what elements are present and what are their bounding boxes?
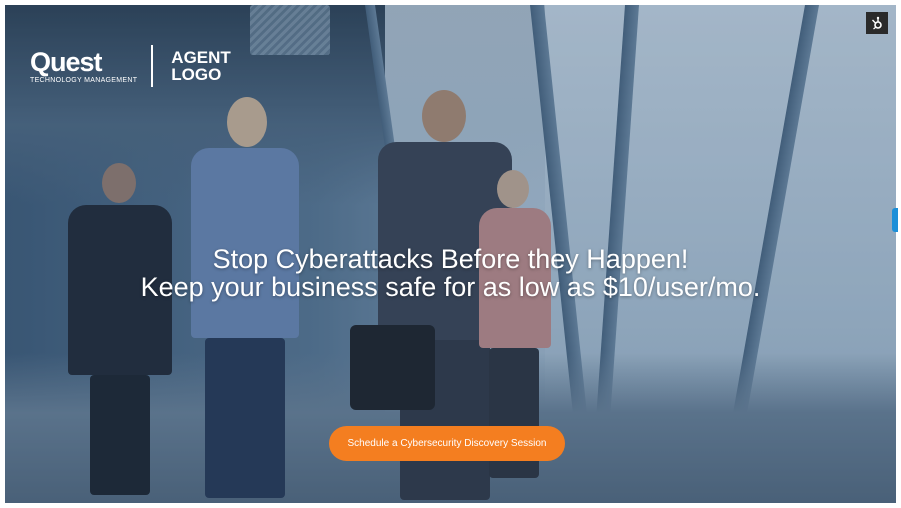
headline-line1: Stop Cyberattacks Before they Happen! [212, 244, 689, 274]
site-logo[interactable]: Quest TECHNOLOGY MANAGEMENT AGENT LOGO [30, 45, 231, 87]
hubspot-sprocket-icon[interactable] [866, 12, 888, 34]
chat-tab-icon[interactable] [892, 208, 898, 232]
logo-divider [151, 45, 154, 87]
headline-line2: Keep your business safe for as low as $1… [140, 272, 761, 302]
agent-logo: AGENT LOGO [171, 49, 231, 83]
hero-banner: Quest TECHNOLOGY MANAGEMENT AGENT LOGO S… [5, 5, 896, 503]
agent-logo-line2: LOGO [171, 65, 222, 84]
schedule-session-button[interactable]: Schedule a Cybersecurity Discovery Sessi… [329, 426, 565, 461]
brand-name: Quest [30, 46, 103, 77]
agent-logo-line1: AGENT [171, 48, 231, 67]
hero-headline: Stop Cyberattacks Before they Happen! Ke… [5, 245, 896, 301]
brand-tagline: TECHNOLOGY MANAGEMENT [30, 76, 138, 84]
quest-logo: Quest TECHNOLOGY MANAGEMENT [30, 46, 138, 84]
